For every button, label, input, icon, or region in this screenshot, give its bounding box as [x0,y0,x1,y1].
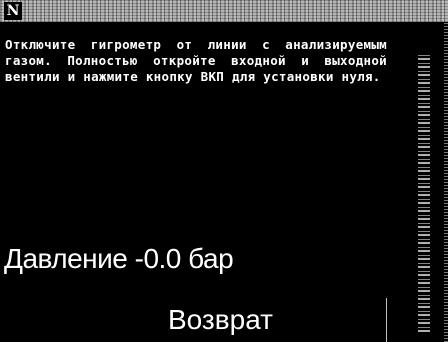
instruction-text: Отключите гигрометр от линии с анализиру… [5,37,387,84]
back-button[interactable]: Возврат [55,298,387,342]
pressure-readout: Давление -0.0 бар [4,243,234,274]
side-scroll-column [410,22,448,342]
device-logo-icon: N [4,2,22,20]
top-status-strip [0,0,448,22]
device-screen: N Отключите гигрометр от линии с анализи… [0,0,448,342]
side-edge-divider [444,22,448,342]
side-scroll-indicator [418,52,430,332]
